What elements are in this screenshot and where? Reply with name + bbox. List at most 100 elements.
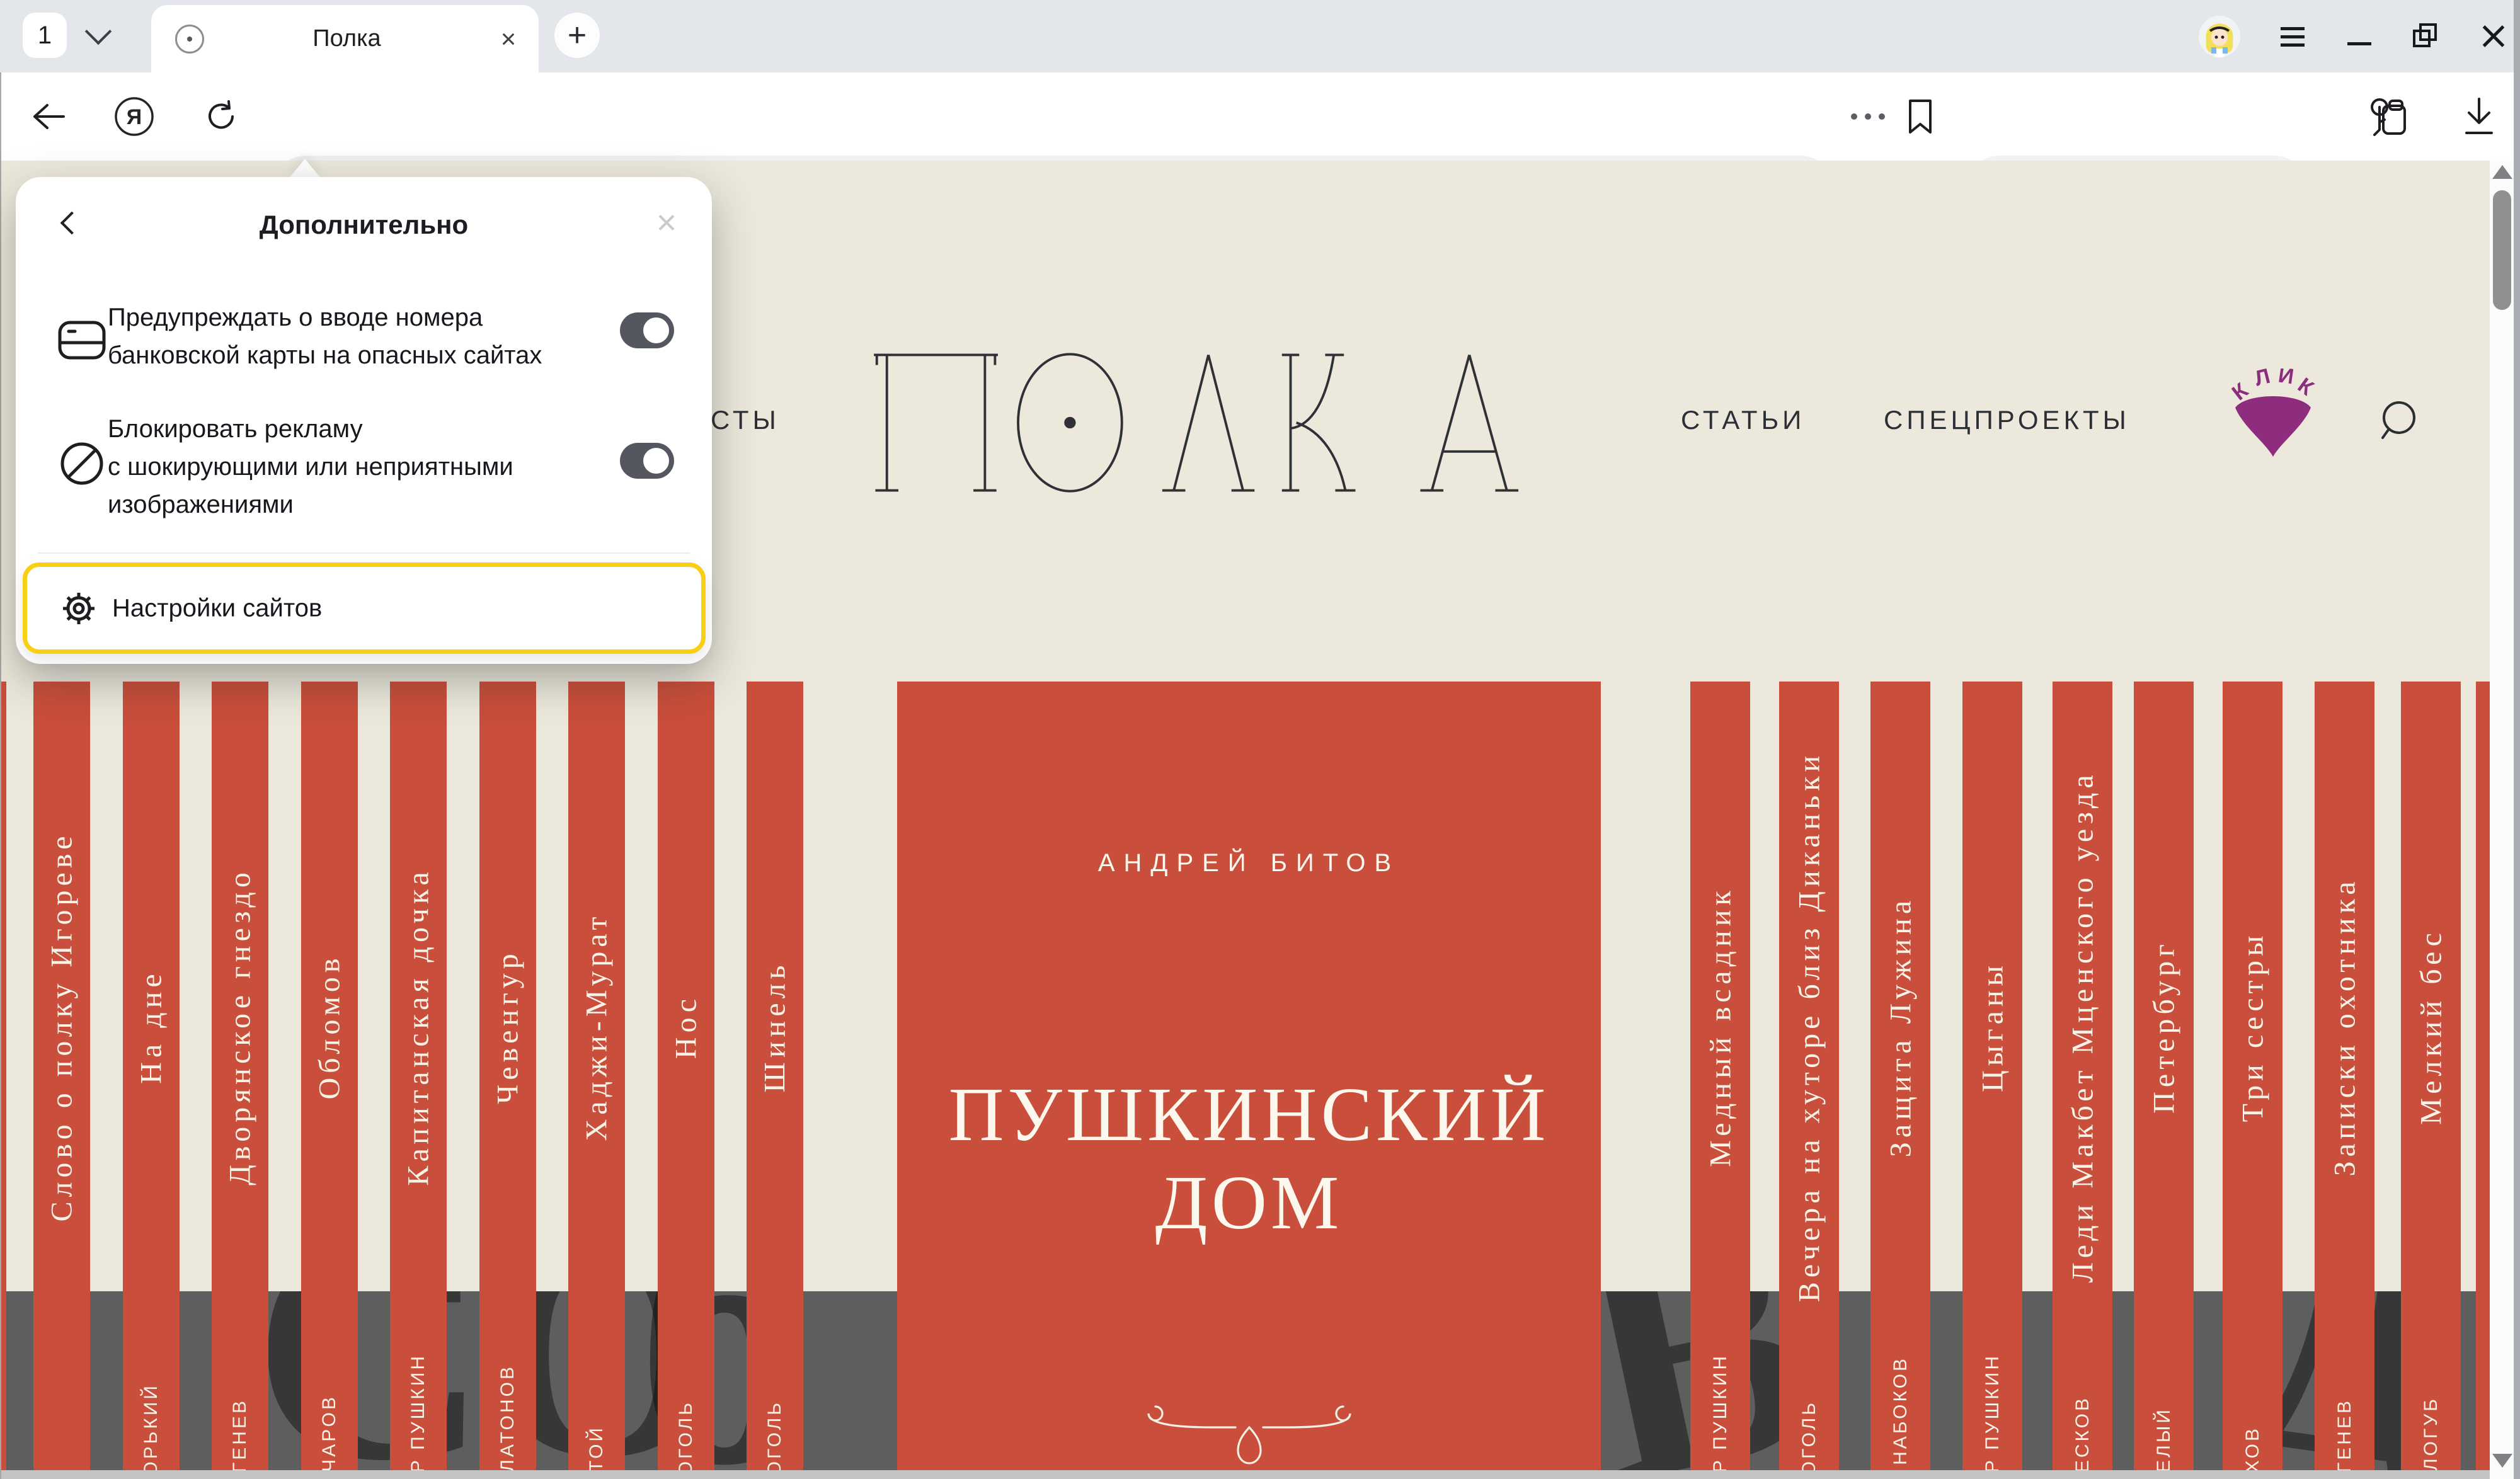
menu-hamburger-button[interactable]: [2278, 22, 2307, 51]
shelf-bottom-edge: [0, 1470, 2490, 1479]
scrollbar-up-arrow[interactable]: [2492, 165, 2512, 179]
tab-close-icon[interactable]: ×: [490, 20, 527, 58]
book-spine-title: Шинель: [758, 961, 793, 1093]
window-border: [2514, 0, 2520, 1479]
book-spine-author: БЕЛЫЙ: [2153, 1407, 2175, 1470]
more-actions-button[interactable]: [1843, 72, 1893, 161]
flourish-ornament: [1130, 1387, 1369, 1466]
block-icon: [55, 437, 109, 491]
tab-counter-button[interactable]: 1: [23, 13, 67, 58]
password-manager-icon[interactable]: [2359, 72, 2416, 161]
site-settings-item-highlighted[interactable]: Настройки сайтов: [23, 562, 706, 654]
downloads-button[interactable]: [2451, 72, 2507, 161]
featured-book-title: ДОМ: [897, 1159, 1601, 1247]
tab-strip: 1 Полка × +: [0, 0, 2520, 72]
book-spine[interactable]: Записки охотника РГЕНЕВ: [2315, 682, 2374, 1470]
book-spine[interactable]: Медный всадник ДР ПУШКИН: [1690, 682, 1750, 1470]
nav-item-articles[interactable]: СТАТЬИ: [1681, 405, 1805, 435]
panel-close-icon[interactable]: ×: [649, 205, 684, 240]
block-ads-line3: изображениями: [108, 486, 513, 523]
book-spine-title: Защита Лужина: [1883, 896, 1918, 1157]
book-spine-author: ЛЕСКОВ: [2072, 1396, 2093, 1470]
klik-logo[interactable]: К Л И К: [2223, 368, 2323, 463]
book-spine[interactable]: Чевенгур ПЛАТОНОВ: [479, 682, 536, 1470]
book-spine[interactable]: Петербург БЕЛЫЙ: [2134, 682, 2194, 1470]
book-spine-author: ЕХОВ: [2242, 1426, 2264, 1470]
close-window-button[interactable]: [2478, 22, 2507, 51]
window-border: [0, 72, 1, 1479]
book-spine-title: Мелкий бес: [2414, 928, 2448, 1125]
new-tab-button[interactable]: +: [554, 13, 600, 58]
additional-settings-panel: Дополнительно × Предупреждать о вводе но…: [16, 177, 712, 664]
book-spine[interactable]: Хаджи-Мурат СТОЙ: [568, 682, 625, 1470]
book-spine-title: Медный всадник: [1703, 886, 1738, 1167]
book-spine[interactable]: Три сестры ЕХОВ: [2223, 682, 2282, 1470]
block-ads-toggle-on[interactable]: [620, 443, 674, 479]
book-spine-author: НЧАРОВ: [319, 1395, 340, 1470]
book-spine-author: ДР ПУШКИН: [408, 1354, 429, 1470]
book-spine[interactable]: Мелкий бес ОЛОГУБ: [2401, 682, 2461, 1470]
nav-item-partial[interactable]: СТЫ: [711, 405, 780, 435]
book-spine-title: Чевенгур: [490, 949, 525, 1104]
book-spine-title: Нос: [668, 995, 703, 1059]
book-spine[interactable]: Шинель ГОГОЛЬ: [747, 682, 803, 1470]
search-icon[interactable]: [2375, 399, 2419, 443]
book-spine-title: На дне: [134, 969, 168, 1083]
book-spine-author: ГОГОЛЬ: [764, 1400, 786, 1470]
book-spine[interactable]: [2476, 682, 2490, 1470]
book-spine[interactable]: Обломов НЧАРОВ: [301, 682, 358, 1470]
gear-icon: [59, 588, 99, 629]
shelf-photo-letter: С: [252, 1291, 489, 1470]
book-spine-author: ОЛОГУБ: [2420, 1396, 2442, 1470]
minimize-button[interactable]: [2345, 22, 2374, 51]
book-spine-author: ГОГОЛЬ: [1799, 1400, 1820, 1470]
book-spine-title: Слово о полку Игореве: [45, 831, 79, 1221]
back-button[interactable]: [26, 72, 71, 161]
svg-text:И: И: [2277, 368, 2295, 389]
book-spine-author: СТОЙ: [586, 1425, 607, 1470]
scrollbar[interactable]: [2490, 161, 2514, 1479]
window-controls: [2199, 0, 2507, 72]
book-spine-title: Три сестры: [2235, 932, 2270, 1122]
book-spine-author: ГОГОЛЬ: [675, 1400, 697, 1470]
book-spine[interactable]: Нос ГОГОЛЬ: [658, 682, 714, 1470]
scrollbar-thumb[interactable]: [2493, 190, 2511, 310]
featured-book-pushkinsky-dom[interactable]: АНДРЕЙ БИТОВ ПУШКИНСКИЙ ДОМ: [897, 682, 1601, 1470]
avatar[interactable]: [2199, 16, 2240, 57]
book-spine-author: ПЛАТОНОВ: [497, 1364, 518, 1470]
bookmark-icon[interactable]: [1895, 72, 1945, 161]
tab-polka[interactable]: Полка ×: [151, 5, 539, 72]
yandex-home-button[interactable]: Я: [112, 72, 156, 161]
tab-favicon-icon: [175, 25, 204, 54]
chevron-down-icon: [85, 18, 112, 45]
book-spine-title: Цыганы: [1975, 961, 2010, 1092]
tab-title: Полка: [204, 25, 490, 52]
book-spine-author: ГОРЬКИЙ: [140, 1383, 162, 1470]
book-spine[interactable]: Вечера на хуторе близ Диканьки ГОГОЛЬ: [1779, 682, 1839, 1470]
book-spine-title: Дворянское гнездо: [223, 868, 258, 1185]
book-spine-author: ДР ПУШКИН: [1982, 1354, 2003, 1470]
panel-pointer-arrow: [289, 159, 321, 179]
featured-book-title: ПУШКИНСКИЙ: [897, 1071, 1601, 1159]
card-warning-line1: Предупреждать о вводе номера: [108, 299, 542, 336]
restore-window-button[interactable]: [2412, 22, 2441, 51]
refresh-button[interactable]: [199, 72, 243, 161]
book-spine[interactable]: Дворянское гнездо РГЕНЕВ: [212, 682, 268, 1470]
svg-text:Л: Л: [2252, 368, 2272, 391]
book-spine[interactable]: На дне ГОРЬКИЙ: [123, 682, 180, 1470]
book-spine[interactable]: Цыганы ДР ПУШКИН: [1962, 682, 2022, 1470]
book-spine[interactable]: Леди Макбет Мценского уезда ЛЕСКОВ: [2053, 682, 2112, 1470]
book-spine-author: ДР ПУШКИН: [1710, 1354, 1731, 1470]
book-spine-title: Записки охотника: [2327, 877, 2362, 1177]
nav-item-specials[interactable]: СПЕЦПРОЕКТЫ: [1884, 405, 2130, 435]
book-spine-author: РГЕНЕВ: [2334, 1398, 2356, 1470]
card-warning-toggle-on[interactable]: [620, 312, 674, 348]
scrollbar-down-arrow[interactable]: [2492, 1454, 2512, 1468]
book-spine[interactable]: Капитанская дочка ДР ПУШКИН: [390, 682, 447, 1470]
book-spine-title: Хаджи-Мурат: [580, 913, 614, 1141]
book-spine[interactable]: Слово о полку Игореве: [33, 682, 90, 1470]
tab-list-chevron-button[interactable]: [74, 13, 122, 58]
site-logo-polka[interactable]: [868, 350, 1618, 495]
featured-book-author: АНДРЕЙ БИТОВ: [897, 849, 1601, 877]
book-spine[interactable]: Защита Лужина Р НАБОКОВ: [1870, 682, 1930, 1470]
